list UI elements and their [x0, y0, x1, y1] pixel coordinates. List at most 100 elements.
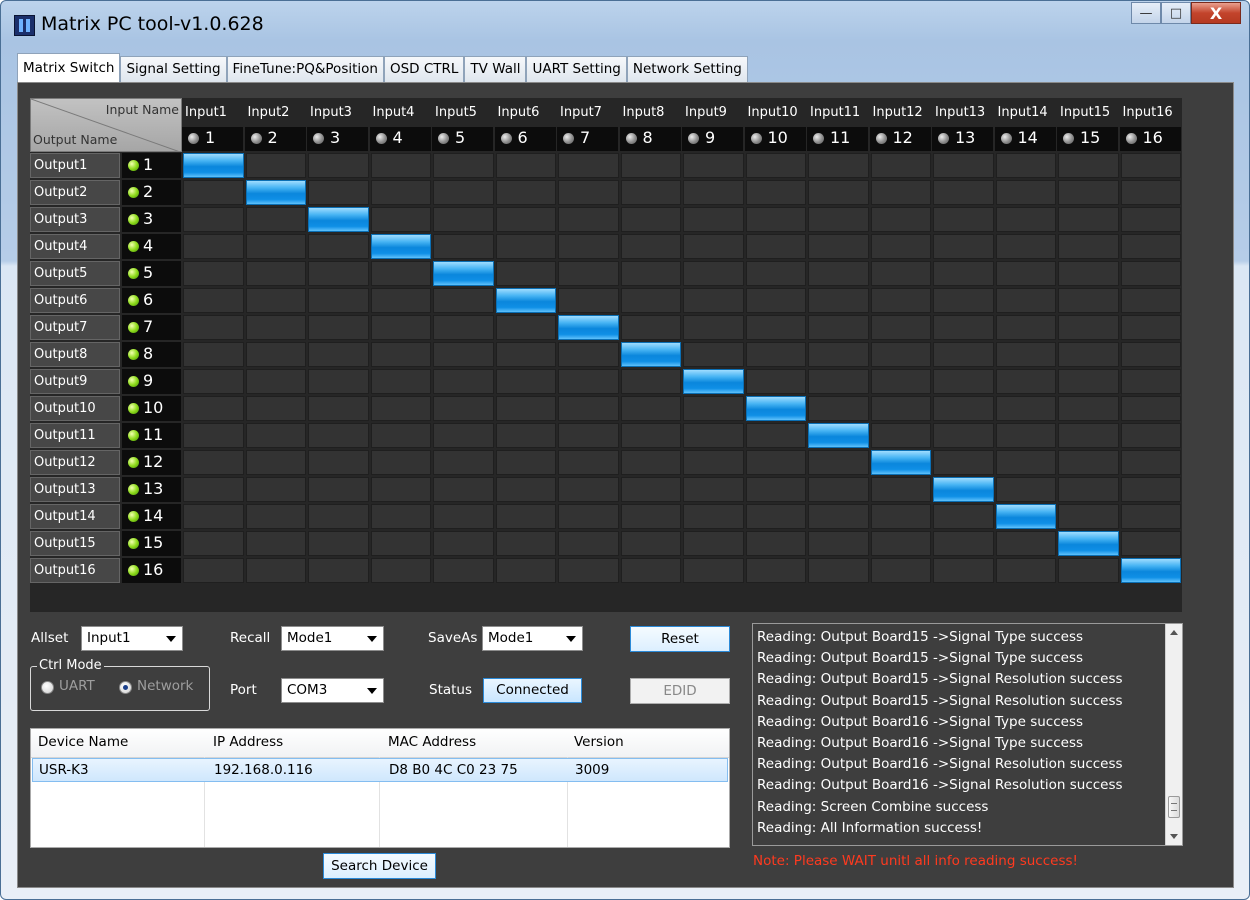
route-cell[interactable] [808, 288, 869, 313]
route-cell-active[interactable] [183, 153, 244, 178]
route-cell[interactable] [933, 450, 994, 475]
route-cell[interactable] [870, 504, 931, 529]
route-cell[interactable] [1120, 504, 1181, 529]
route-cell[interactable] [495, 369, 556, 394]
route-cell[interactable] [370, 261, 431, 286]
route-cell[interactable] [933, 423, 994, 448]
route-cell[interactable] [370, 423, 431, 448]
route-cell[interactable] [433, 153, 494, 178]
route-cell[interactable] [433, 477, 494, 502]
route-cell[interactable] [370, 531, 431, 556]
route-cell[interactable] [745, 504, 806, 529]
route-cell[interactable] [995, 396, 1056, 421]
route-cell[interactable] [933, 261, 994, 286]
route-cell[interactable] [495, 450, 556, 475]
output-header-12[interactable]: Output12 12 [30, 449, 182, 476]
route-cell[interactable] [1058, 558, 1119, 583]
route-cell[interactable] [370, 207, 431, 232]
route-cell[interactable] [808, 450, 869, 475]
route-cell[interactable] [308, 180, 369, 205]
minimize-button[interactable]: — [1131, 2, 1161, 24]
route-cell[interactable] [433, 180, 494, 205]
route-cell[interactable] [558, 369, 619, 394]
route-cell[interactable] [308, 477, 369, 502]
route-cell[interactable] [1120, 207, 1181, 232]
port-dropdown[interactable]: COM3 [281, 678, 384, 703]
route-cell-active[interactable] [683, 369, 744, 394]
route-cell[interactable] [995, 477, 1056, 502]
route-cell[interactable] [995, 180, 1056, 205]
route-cell[interactable] [808, 396, 869, 421]
route-cell[interactable] [933, 288, 994, 313]
route-cell[interactable] [620, 234, 681, 259]
route-cell[interactable] [995, 315, 1056, 340]
route-cell[interactable] [495, 396, 556, 421]
input-header-16[interactable]: Input16 16 [1119, 98, 1183, 152]
route-cell[interactable] [183, 180, 244, 205]
route-cell[interactable] [995, 342, 1056, 367]
route-cell[interactable] [495, 531, 556, 556]
route-cell[interactable] [745, 342, 806, 367]
route-cell[interactable] [245, 396, 306, 421]
route-cell[interactable] [183, 342, 244, 367]
route-cell[interactable] [620, 369, 681, 394]
route-cell[interactable] [808, 558, 869, 583]
route-cell[interactable] [620, 207, 681, 232]
route-cell[interactable] [558, 342, 619, 367]
route-cell[interactable] [745, 531, 806, 556]
route-cell[interactable] [558, 288, 619, 313]
route-cell[interactable] [620, 153, 681, 178]
log-scrollbar[interactable] [1165, 624, 1182, 845]
route-cell[interactable] [183, 234, 244, 259]
route-cell[interactable] [808, 207, 869, 232]
route-cell[interactable] [558, 396, 619, 421]
route-cell[interactable] [370, 288, 431, 313]
route-cell[interactable] [808, 180, 869, 205]
route-cell[interactable] [1120, 180, 1181, 205]
reset-button[interactable]: Reset [630, 626, 730, 652]
route-cell[interactable] [558, 153, 619, 178]
route-cell[interactable] [183, 531, 244, 556]
route-cell[interactable] [1120, 288, 1181, 313]
allset-dropdown[interactable]: Input1 [81, 626, 183, 651]
route-cell[interactable] [1058, 423, 1119, 448]
route-cell[interactable] [1058, 369, 1119, 394]
route-cell[interactable] [245, 423, 306, 448]
route-cell[interactable] [1058, 342, 1119, 367]
route-cell[interactable] [245, 315, 306, 340]
route-cell[interactable] [870, 396, 931, 421]
route-cell[interactable] [183, 450, 244, 475]
route-cell[interactable] [1058, 180, 1119, 205]
route-cell[interactable] [745, 180, 806, 205]
search-device-button[interactable]: Search Device [323, 853, 436, 879]
route-cell[interactable] [495, 477, 556, 502]
route-cell[interactable] [808, 369, 869, 394]
route-cell[interactable] [870, 180, 931, 205]
route-cell[interactable] [558, 531, 619, 556]
route-cell[interactable] [995, 450, 1056, 475]
route-cell[interactable] [808, 261, 869, 286]
route-cell[interactable] [1120, 315, 1181, 340]
route-cell[interactable] [745, 423, 806, 448]
output-header-9[interactable]: Output9 9 [30, 368, 182, 395]
route-cell[interactable] [808, 342, 869, 367]
route-cell[interactable] [620, 315, 681, 340]
route-cell[interactable] [308, 558, 369, 583]
route-cell[interactable] [683, 207, 744, 232]
route-cell[interactable] [933, 207, 994, 232]
input-header-5[interactable]: Input5 5 [432, 98, 495, 152]
route-cell[interactable] [808, 315, 869, 340]
close-button[interactable]: X [1191, 2, 1241, 24]
route-cell[interactable] [995, 558, 1056, 583]
route-cell[interactable] [558, 180, 619, 205]
route-cell[interactable] [995, 234, 1056, 259]
route-cell[interactable] [933, 342, 994, 367]
route-cell[interactable] [495, 153, 556, 178]
route-cell[interactable] [620, 558, 681, 583]
route-cell[interactable] [1120, 234, 1181, 259]
route-cell[interactable] [433, 531, 494, 556]
route-cell[interactable] [308, 153, 369, 178]
route-cell[interactable] [183, 396, 244, 421]
input-header-7[interactable]: Input7 7 [557, 98, 620, 152]
output-header-10[interactable]: Output10 10 [30, 395, 182, 422]
